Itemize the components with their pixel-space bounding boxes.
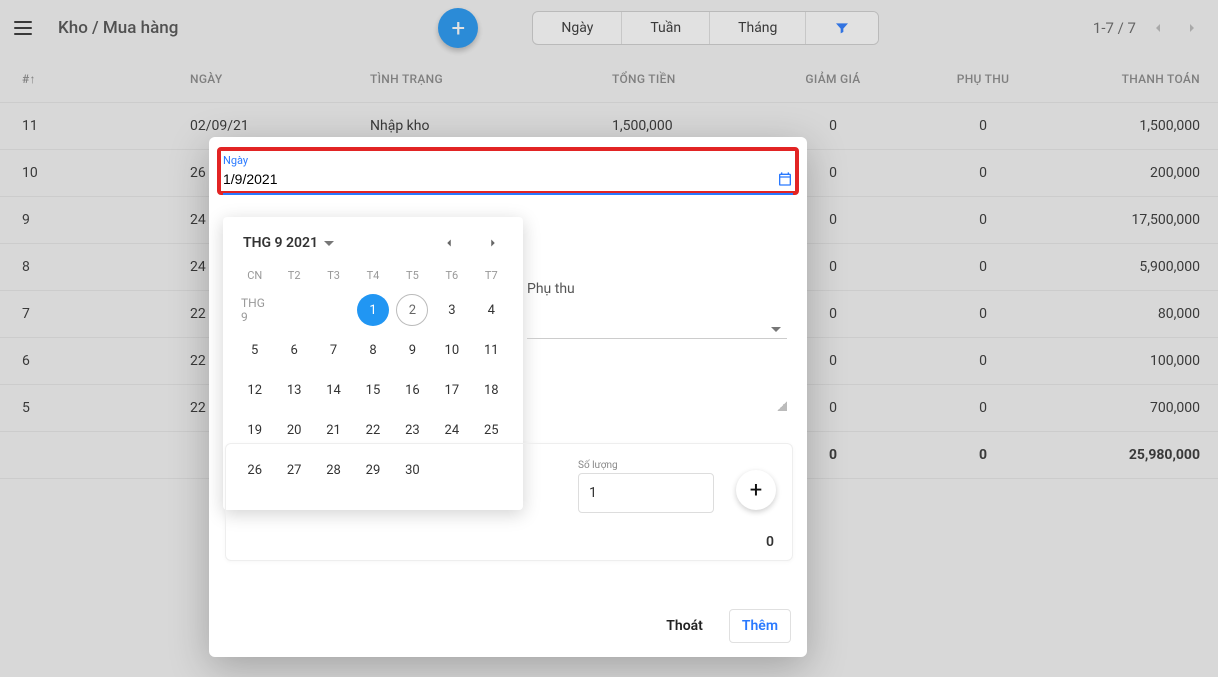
chevron-down-icon	[771, 327, 781, 332]
qty-input[interactable]: 1	[578, 473, 714, 513]
calendar-day[interactable]: 16	[396, 374, 428, 406]
add-purchase-dialog: Ngày THG 9 2021 CNT2T3T4T5T6T7THG 912345…	[209, 137, 807, 657]
calendar-day[interactable]: 22	[357, 414, 389, 446]
calendar-day[interactable]: 9	[396, 334, 428, 366]
date-field-label: Ngày	[223, 154, 793, 167]
calendar-prev-month[interactable]	[437, 231, 461, 255]
calendar-day[interactable]: 1	[357, 294, 389, 326]
calendar-day[interactable]: 21	[318, 414, 350, 446]
surcharge-label: Phụ thu	[527, 281, 575, 297]
calendar-day[interactable]: 13	[278, 374, 310, 406]
calendar-day[interactable]: 19	[239, 414, 271, 446]
line-item-card: Số lượng 1 + 0	[225, 443, 793, 561]
calendar-icon[interactable]	[777, 171, 793, 187]
calendar-dow: T6	[432, 265, 471, 286]
calendar-day[interactable]: 15	[357, 374, 389, 406]
calendar-dow: T2	[274, 265, 313, 286]
calendar-dow: CN	[235, 265, 274, 286]
calendar-month-select[interactable]: THG 9 2021	[243, 235, 334, 251]
calendar-month-short: THG 9	[235, 294, 274, 326]
calendar-day[interactable]: 25	[475, 414, 507, 446]
calendar-day[interactable]: 17	[436, 374, 468, 406]
date-input[interactable]	[223, 171, 777, 187]
calendar-next-month[interactable]	[481, 231, 505, 255]
calendar-day[interactable]: 3	[436, 294, 468, 326]
calendar-day[interactable]: 4	[475, 294, 507, 326]
dropdown-icon	[324, 241, 334, 246]
note-textarea[interactable]	[527, 351, 787, 411]
calendar-day[interactable]: 10	[436, 334, 468, 366]
calendar-day[interactable]: 18	[475, 374, 507, 406]
calendar-day[interactable]: 5	[239, 334, 271, 366]
calendar-day[interactable]: 12	[239, 374, 271, 406]
add-line-button[interactable]: +	[736, 470, 776, 510]
calendar-dow: T4	[353, 265, 392, 286]
qty-label: Số lượng	[578, 460, 714, 471]
dialog-exit-button[interactable]: Thoát	[654, 610, 715, 642]
surcharge-select[interactable]	[527, 305, 787, 339]
calendar-day[interactable]: 14	[318, 374, 350, 406]
calendar-day[interactable]: 11	[475, 334, 507, 366]
calendar-dow: T5	[393, 265, 432, 286]
dialog-add-button[interactable]: Thêm	[729, 609, 791, 643]
calendar-day[interactable]: 20	[278, 414, 310, 446]
line-total: 0	[766, 534, 774, 550]
calendar-day[interactable]: 2	[396, 294, 428, 326]
calendar-day[interactable]: 24	[436, 414, 468, 446]
calendar-dow: T3	[314, 265, 353, 286]
calendar-dow: T7	[472, 265, 511, 286]
calendar-day[interactable]: 7	[318, 334, 350, 366]
calendar-day[interactable]: 23	[396, 414, 428, 446]
calendar-day[interactable]: 8	[357, 334, 389, 366]
calendar-day[interactable]: 6	[278, 334, 310, 366]
